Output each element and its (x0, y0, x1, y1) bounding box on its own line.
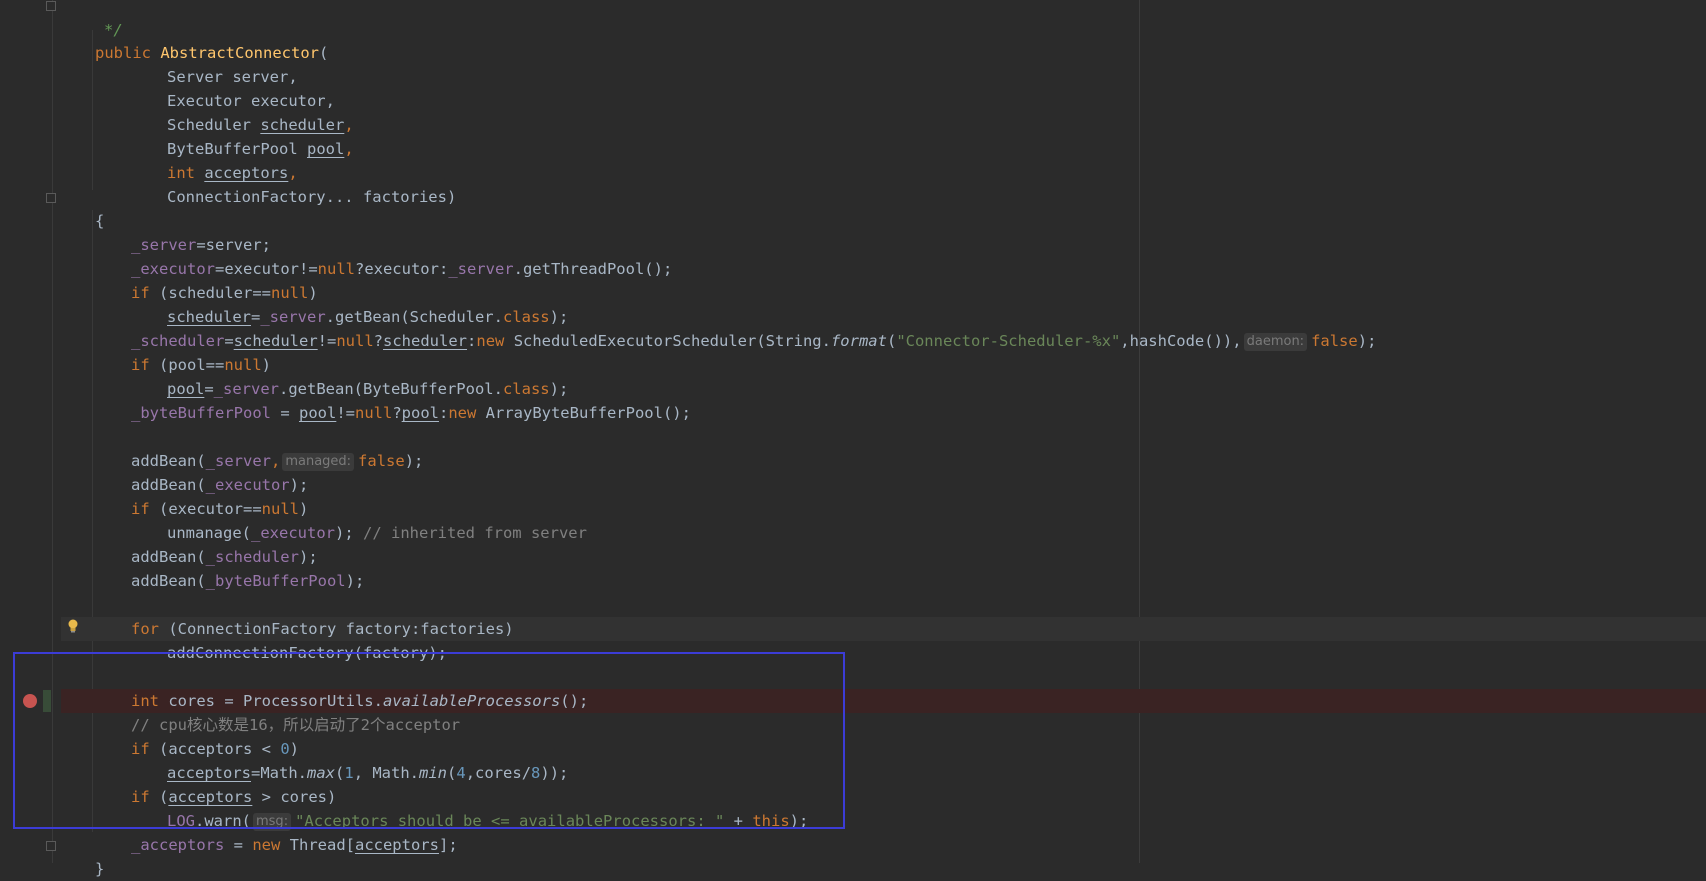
code-line[interactable]: Scheduler scheduler, (0, 89, 1706, 134)
code-line[interactable]: _executor=executor!=null?executor:_serve… (0, 233, 1706, 278)
code-line[interactable]: addBean(_server, managed: false); (0, 425, 1706, 471)
code-line[interactable]: addBean(_scheduler); (0, 521, 1706, 566)
code-line[interactable]: addBean(_executor); (0, 449, 1706, 494)
code-line[interactable]: ConnectionFactory... factories) (0, 161, 1706, 206)
code-line[interactable]: _scheduler=scheduler!=null?scheduler:new… (0, 305, 1706, 351)
annotation-highlight-box (13, 652, 845, 829)
code-line[interactable]: pool=_server.getBean(ByteBufferPool.clas… (0, 353, 1706, 398)
code-line[interactable]: ByteBufferPool pool, (0, 113, 1706, 158)
code-line[interactable]: addConnectionFactory(factory); (0, 617, 1706, 662)
code-line[interactable]: _byteBufferPool = pool!=null?pool:new Ar… (0, 377, 1706, 422)
code-line[interactable]: Executor executor, (0, 65, 1706, 110)
code-line[interactable]: if (executor==null) (0, 473, 1706, 518)
code-line[interactable]: addBean(_byteBufferPool); (0, 545, 1706, 590)
code-line[interactable]: for (ConnectionFactory factory:factories… (0, 593, 1706, 638)
code-line[interactable]: int acceptors, (0, 137, 1706, 182)
code-line[interactable]: Server server, (0, 41, 1706, 86)
code-line[interactable]: scheduler=_server.getBean(Scheduler.clas… (0, 281, 1706, 326)
code-line[interactable]: _server=server; (0, 209, 1706, 254)
code-line[interactable]: } (0, 833, 1706, 878)
code-line[interactable]: */ (0, 0, 1706, 39)
code-line[interactable]: public AbstractConnector( (0, 17, 1706, 62)
code-line[interactable]: if (pool==null) (0, 329, 1706, 374)
code-line[interactable]: unmanage(_executor); // inherited from s… (0, 497, 1706, 542)
code-line[interactable]: { (0, 185, 1706, 230)
code-line[interactable]: if (scheduler==null) (0, 257, 1706, 302)
